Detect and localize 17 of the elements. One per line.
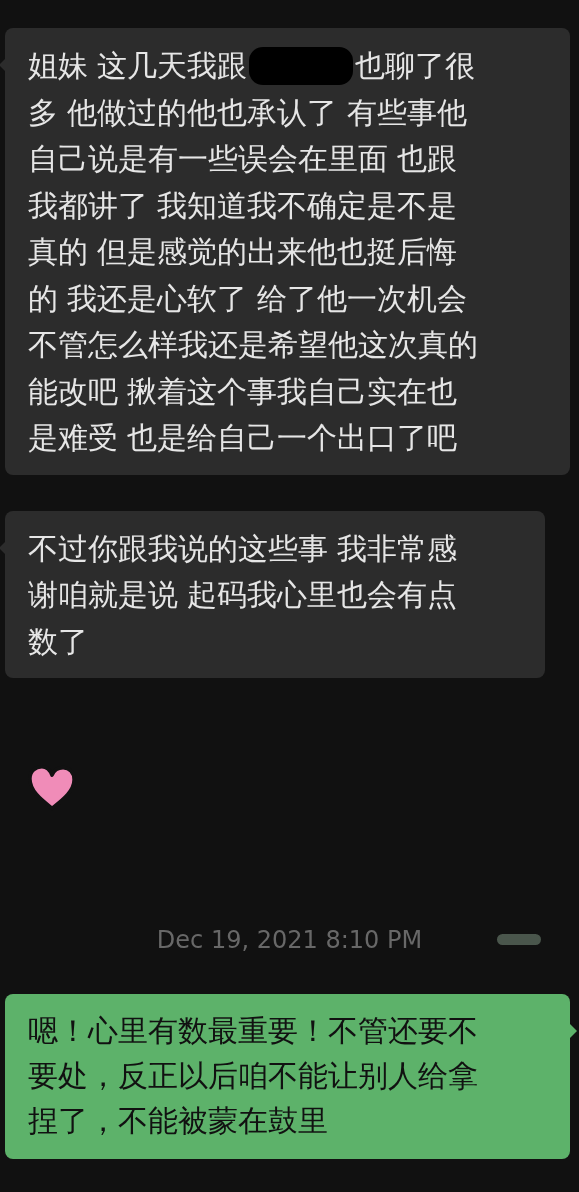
- message-text: 我都讲了 我知道我不确定是不是: [28, 187, 458, 225]
- message-text: 真的 但是感觉的出来他也挺后悔: [28, 234, 458, 271]
- message-text: 姐妹 这几天我跟: [28, 48, 248, 85]
- message-text: 多 他做过的他也承认了 有些事他: [28, 94, 467, 132]
- message-text: 嗯！心里有数最重要！不管还要不: [28, 1013, 478, 1050]
- message-text: 的 我还是心软了 给了他一次机会: [28, 280, 467, 318]
- message-text: 也聊了很: [355, 48, 476, 85]
- message-text: 要处，反正以后咱不能让别人给拿: [28, 1058, 478, 1095]
- message-text: 是难受 也是给自己一个出口了吧: [28, 420, 458, 457]
- message-text: 不管怎么样我还是希望他这次真的: [28, 327, 478, 364]
- message-text: 捏了，不能被蒙在鼓里: [28, 1103, 328, 1140]
- message-text: 数了: [28, 623, 88, 661]
- message-text: 不过你跟我说的这些事 我非常感: [28, 530, 458, 568]
- message-text: 自己说是有一些误会在里面 也跟: [28, 141, 458, 178]
- message-text: 谢咱就是说 起码我心里也会有点: [28, 577, 458, 614]
- message-text: 能改吧 揪着这个事我自己实在也: [28, 373, 458, 411]
- timestamp: Dec 19, 2021 8:10 PM: [156, 926, 423, 954]
